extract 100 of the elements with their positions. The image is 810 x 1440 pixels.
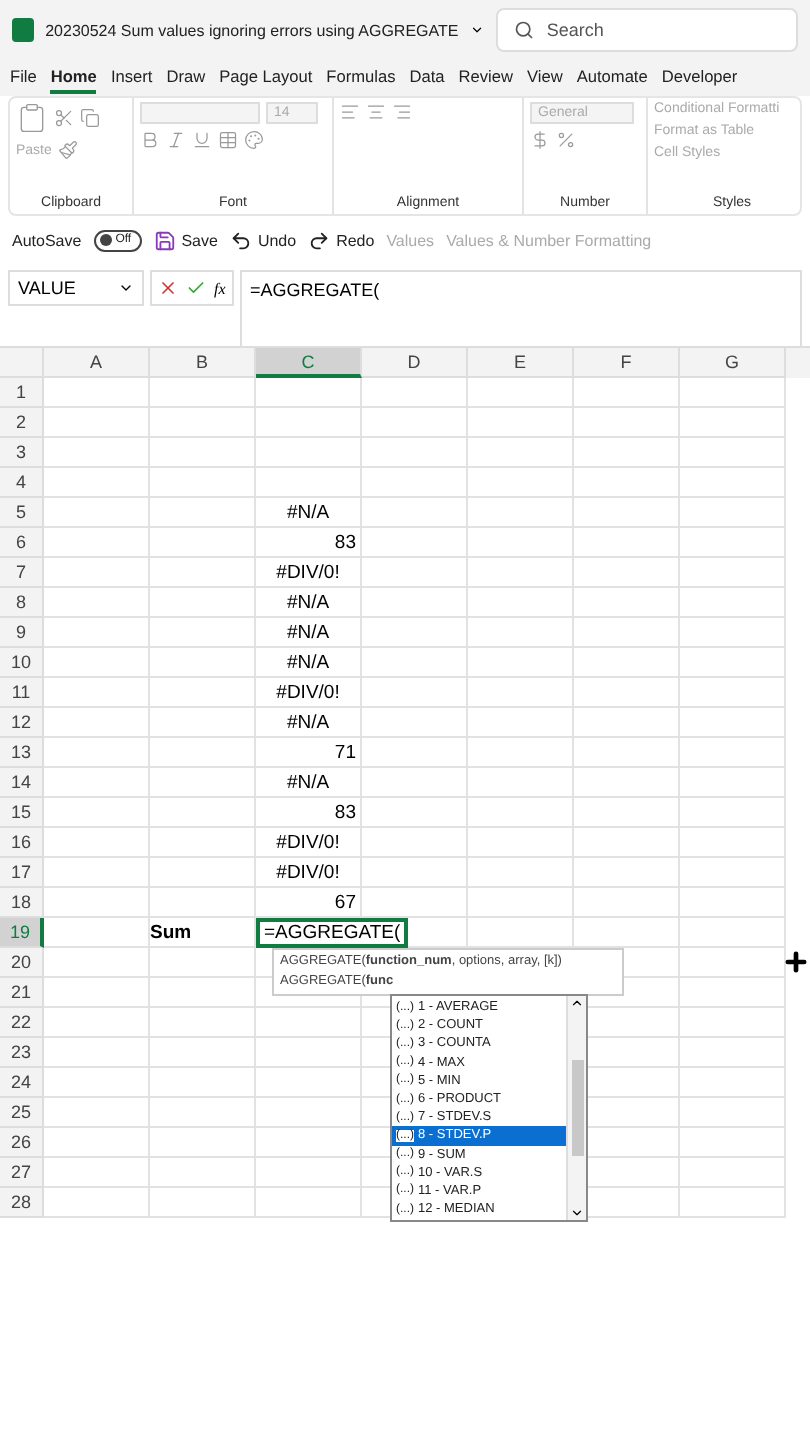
copy-icon[interactable] <box>80 108 100 128</box>
empty-cell <box>362 588 468 618</box>
redo-button[interactable]: Redo <box>308 229 375 251</box>
empty-cell <box>574 528 680 558</box>
empty-cell <box>362 558 468 588</box>
italic-icon[interactable] <box>166 130 186 150</box>
empty-cell <box>468 408 574 438</box>
row-header[interactable]: 27 <box>0 1158 44 1188</box>
ribbon-tab[interactable]: Automate <box>576 62 648 94</box>
scroll-down-icon[interactable] <box>570 1206 584 1221</box>
row-header[interactable]: 20 <box>0 948 44 978</box>
row-header[interactable]: 16 <box>0 828 44 858</box>
align-left-icon[interactable] <box>340 102 360 122</box>
ribbon-tab[interactable]: File <box>10 62 37 94</box>
empty-cell <box>680 498 786 528</box>
search-field[interactable]: Search <box>496 8 798 52</box>
empty-cell <box>150 408 256 438</box>
column-header[interactable]: G <box>680 348 786 378</box>
fill-color-icon[interactable] <box>244 130 264 150</box>
ribbon-tab[interactable]: Formulas <box>326 62 396 94</box>
empty-cell <box>150 588 256 618</box>
row-header[interactable]: 5 <box>0 498 44 528</box>
row-header[interactable]: 23 <box>0 1038 44 1068</box>
table-cell: #N/A <box>256 648 362 678</box>
empty-cell <box>574 558 680 588</box>
empty-cell <box>150 768 256 798</box>
empty-cell <box>362 678 468 708</box>
empty-cell <box>150 678 256 708</box>
align-right-icon[interactable] <box>392 102 412 122</box>
column-header[interactable]: B <box>150 348 256 378</box>
column-header[interactable]: F <box>574 348 680 378</box>
cancel-icon[interactable] <box>158 278 178 298</box>
row-header[interactable]: 26 <box>0 1128 44 1158</box>
column-header[interactable]: D <box>362 348 468 378</box>
row-header[interactable]: 10 <box>0 648 44 678</box>
check-icon[interactable] <box>186 278 206 298</box>
row-header[interactable]: 21 <box>0 978 44 1008</box>
borders-icon[interactable] <box>218 130 238 150</box>
align-center-icon[interactable] <box>366 102 386 122</box>
row-header[interactable]: 6 <box>0 528 44 558</box>
row-header[interactable]: 8 <box>0 588 44 618</box>
percent-icon[interactable] <box>556 130 576 150</box>
row-header[interactable]: 18 <box>0 888 44 918</box>
row-header[interactable]: 28 <box>0 1188 44 1218</box>
chevron-down-icon[interactable] <box>470 22 485 38</box>
ribbon-tab[interactable]: Data <box>409 62 445 94</box>
table-cell: #N/A <box>256 588 362 618</box>
row-header[interactable]: 4 <box>0 468 44 498</box>
save-button[interactable]: Save <box>153 229 218 251</box>
row-header[interactable]: 7 <box>0 558 44 588</box>
column-header[interactable]: A <box>44 348 150 378</box>
undo-button[interactable]: Undo <box>229 229 297 251</box>
empty-cell <box>362 528 468 558</box>
row-header[interactable]: 2 <box>0 408 44 438</box>
scroll-up-icon[interactable] <box>570 996 584 1010</box>
undo-icon <box>229 229 252 251</box>
clipboard-icon[interactable] <box>16 102 48 134</box>
empty-cell <box>680 858 786 888</box>
ribbon-tab[interactable]: Developer <box>661 62 738 94</box>
row-header[interactable]: 1 <box>0 378 44 408</box>
empty-cell <box>680 528 786 558</box>
bold-icon[interactable] <box>140 130 160 150</box>
empty-cell <box>150 1038 256 1068</box>
search-icon <box>514 20 535 40</box>
row-header[interactable]: 25 <box>0 1098 44 1128</box>
underline-icon[interactable] <box>192 130 212 150</box>
row-header[interactable]: 3 <box>0 438 44 468</box>
row-header[interactable]: 24 <box>0 1068 44 1098</box>
row-header[interactable]: 14 <box>0 768 44 798</box>
ribbon-tab[interactable]: Draw <box>166 62 206 94</box>
empty-cell <box>680 408 786 438</box>
row-header[interactable]: 22 <box>0 1008 44 1038</box>
empty-cell <box>362 498 468 528</box>
ribbon-tab[interactable]: Review <box>458 62 513 94</box>
row-header[interactable]: 11 <box>0 678 44 708</box>
insert-function-button[interactable]: fx <box>214 279 226 297</box>
ribbon-tab[interactable]: View <box>527 62 563 94</box>
ribbon-tab[interactable]: Page Layout <box>219 62 313 94</box>
column-header[interactable]: E <box>468 348 574 378</box>
row-header[interactable]: 15 <box>0 798 44 828</box>
empty-cell <box>468 888 574 918</box>
paintbrush-icon[interactable] <box>57 140 78 160</box>
empty-cell <box>680 588 786 618</box>
table-cell: 71 <box>256 738 362 768</box>
empty-cell <box>468 468 574 498</box>
ribbon-tab[interactable]: Insert <box>110 62 153 94</box>
row-header[interactable]: 17 <box>0 858 44 888</box>
dollar-icon[interactable] <box>530 130 550 150</box>
active-cell[interactable]: =AGGREGATE( <box>256 918 408 948</box>
formula-field[interactable]: =AGGREGATE( <box>240 270 802 346</box>
empty-cell <box>150 648 256 678</box>
row-header[interactable]: 12 <box>0 708 44 738</box>
row-header[interactable]: 9 <box>0 618 44 648</box>
scissors-icon[interactable] <box>54 108 74 128</box>
row-header[interactable]: 13 <box>0 738 44 768</box>
empty-cell <box>362 408 468 438</box>
name-box[interactable]: VALUE <box>8 270 144 306</box>
empty-cell <box>680 1158 786 1188</box>
scrollbar[interactable] <box>566 996 586 1221</box>
table-cell: #N/A <box>256 768 362 798</box>
